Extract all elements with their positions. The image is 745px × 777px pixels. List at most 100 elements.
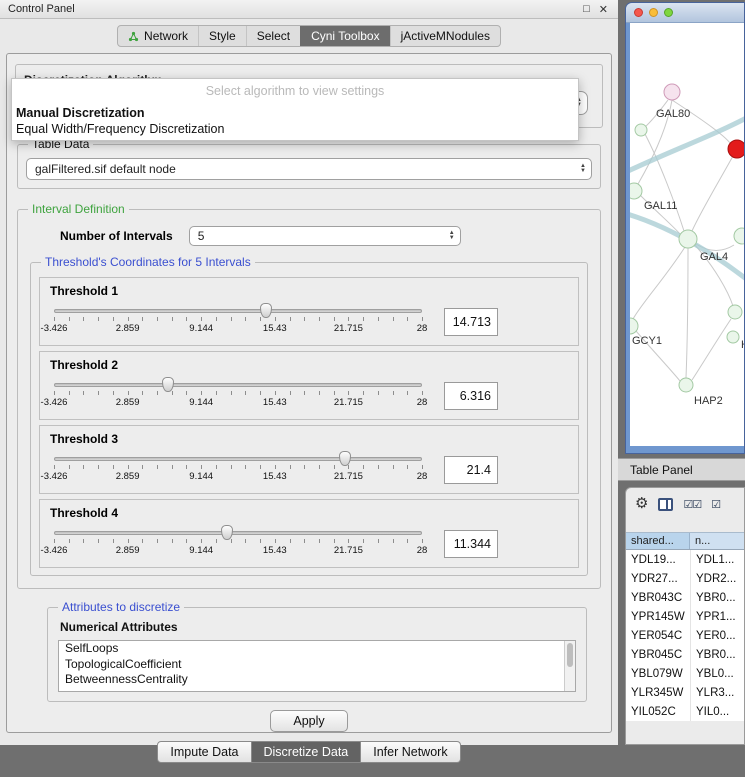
network-node[interactable] <box>635 124 647 136</box>
slider-track[interactable] <box>54 531 422 535</box>
apply-button[interactable]: Apply <box>270 710 347 732</box>
table-row[interactable]: YLR345WYLR3... <box>626 683 744 702</box>
tab-network[interactable]: Network <box>118 26 198 46</box>
algorithm-dropdown-list: Select algorithm to view settings Manual… <box>11 78 579 141</box>
slider-thumb[interactable] <box>221 525 233 540</box>
slider-scale: -3.4262.8599.14415.4321.71528 <box>54 397 422 409</box>
table-cell: YLR3... <box>690 683 744 702</box>
tab-discretize-data[interactable]: Discretize Data <box>252 741 362 763</box>
float-window-icon[interactable]: □ <box>583 3 590 16</box>
thresholds-group-label: Threshold's Coordinates for 5 Intervals <box>41 255 255 269</box>
slider-track[interactable] <box>54 383 422 387</box>
list-item-topologicalcoefficient[interactable]: TopologicalCoefficient <box>59 657 575 673</box>
columns-icon[interactable] <box>658 498 673 511</box>
select-all-icon[interactable]: ☑ <box>711 498 720 511</box>
network-edge[interactable] <box>633 247 685 319</box>
list-item-betweennesscentrality[interactable]: BetweennessCentrality <box>59 672 575 688</box>
table-row[interactable]: YBL079WYBL0... <box>626 664 744 683</box>
interval-definition-label: Interval Definition <box>28 202 129 216</box>
network-icon <box>128 31 139 42</box>
gear-icon[interactable]: ⚙ <box>635 497 648 511</box>
table-toolbar: ⚙ ☑☑ ☑ <box>626 488 744 516</box>
control-panel-titlebar: Control Panel □ ✕ <box>0 0 618 19</box>
network-canvas-svg: GAL80GAL11GAL4GCY1HAP2H <box>630 23 744 446</box>
network-node[interactable] <box>679 378 693 392</box>
network-node-label: HAP2 <box>694 395 723 407</box>
slider-scale: -3.4262.8599.14415.4321.71528 <box>54 471 422 483</box>
slider-thumb[interactable] <box>162 377 174 392</box>
threshold-3-slider[interactable]: -3.4262.8599.14415.4321.71528 <box>54 457 422 483</box>
network-node[interactable] <box>734 228 744 244</box>
zoom-traffic-light-icon[interactable] <box>664 8 673 17</box>
table-row[interactable]: YIL052CYIL0... <box>626 702 744 721</box>
network-node[interactable] <box>664 84 680 100</box>
tab-infer-network[interactable]: Infer Network <box>361 741 460 763</box>
tab-select[interactable]: Select <box>246 26 300 46</box>
slider-track[interactable] <box>54 457 422 461</box>
table-row[interactable]: YDL19...YDL1... <box>626 550 744 569</box>
threshold-1-slider[interactable]: -3.4262.8599.14415.4321.71528 <box>54 309 422 335</box>
network-node[interactable] <box>727 331 739 343</box>
table-cell: YBL0... <box>690 664 744 683</box>
threshold-2-slider[interactable]: -3.4262.8599.14415.4321.71528 <box>54 383 422 409</box>
table-panel-title: Table Panel <box>630 463 693 477</box>
top-tab-bar: Network Style Select Cyni Toolbox jActiv… <box>0 19 618 53</box>
network-node-label: GAL80 <box>656 108 690 120</box>
number-of-intervals-label: Number of Intervals <box>60 229 173 243</box>
network-edge[interactable] <box>686 248 688 378</box>
table-row[interactable]: YPR145WYPR1... <box>626 607 744 626</box>
network-edge[interactable] <box>692 319 731 380</box>
cyni-toolbox-panel: Discretization Algorithm ▲▼ Select algor… <box>6 53 612 733</box>
table-row[interactable]: YBR045CYBR0... <box>626 645 744 664</box>
tab-cyni-toolbox[interactable]: Cyni Toolbox <box>300 26 389 46</box>
bottom-tab-bar: Impute Data Discretize Data Infer Networ… <box>0 733 618 777</box>
table-row[interactable]: YBR043CYBR0... <box>626 588 744 607</box>
threshold-3-value-field[interactable]: 21.4 <box>444 456 498 484</box>
column-header-name[interactable]: n... <box>690 533 744 549</box>
network-edge[interactable] <box>630 115 744 173</box>
numerical-attributes-label: Numerical Attributes <box>60 620 576 634</box>
network-edge[interactable] <box>692 156 733 231</box>
slider-thumb[interactable] <box>260 303 272 318</box>
threshold-2-panel: Threshold 2 -3.4262.8599.14415.4321.7152… <box>39 351 579 420</box>
number-of-intervals-combobox[interactable]: 5 ▲▼ <box>189 226 461 246</box>
network-node-label: H <box>741 339 744 351</box>
tab-impute-data[interactable]: Impute Data <box>157 741 251 763</box>
network-node[interactable] <box>728 305 742 319</box>
table-cell: YDR2... <box>690 569 744 588</box>
threshold-3-label: Threshold 3 <box>50 432 568 446</box>
column-header-shared-name[interactable]: shared... <box>626 533 690 549</box>
tab-style[interactable]: Style <box>198 26 246 46</box>
list-scrollbar[interactable] <box>564 641 575 691</box>
threshold-2-value-field[interactable]: 6.316 <box>444 382 498 410</box>
list-item-selfloops[interactable]: SelfLoops <box>59 641 575 657</box>
slider-ticks <box>54 539 422 543</box>
dropdown-option-equal-width-frequency[interactable]: Equal Width/Frequency Discretization <box>12 121 578 137</box>
network-node[interactable] <box>728 140 744 158</box>
slider-ticks <box>54 391 422 395</box>
threshold-4-value-field[interactable]: 11.344 <box>444 530 498 558</box>
slider-thumb[interactable] <box>339 451 351 466</box>
network-window-titlebar[interactable] <box>626 3 744 23</box>
table-panel-titlebar[interactable]: Table Panel <box>618 458 745 481</box>
threshold-4-slider[interactable]: -3.4262.8599.14415.4321.71528 <box>54 531 422 557</box>
table-data-combobox[interactable]: galFiltered.sif default node ▲▼ <box>26 158 592 180</box>
dropdown-option-manual-discretization[interactable]: Manual Discretization <box>12 105 578 121</box>
select-columns-icon[interactable]: ☑☑ <box>683 498 701 511</box>
slider-track[interactable] <box>54 309 422 313</box>
slider-ticks <box>54 465 422 469</box>
close-icon[interactable]: ✕ <box>599 3 608 16</box>
close-traffic-light-icon[interactable] <box>634 8 643 17</box>
network-node[interactable] <box>679 230 697 248</box>
threshold-1-value-field[interactable]: 14.713 <box>444 308 498 336</box>
network-node[interactable] <box>630 183 642 199</box>
network-canvas[interactable]: GAL80GAL11GAL4GCY1HAP2H <box>630 23 744 446</box>
tab-jactivemnodules[interactable]: jActiveMNodules <box>390 26 500 46</box>
number-of-intervals-value: 5 <box>198 229 205 243</box>
combo-stepper-icon: ▲▼ <box>574 164 586 174</box>
table-row[interactable]: YER054CYER0... <box>626 626 744 645</box>
control-panel: Control Panel □ ✕ Network Style Select C… <box>0 0 618 745</box>
table-cell: YIL052C <box>626 702 690 721</box>
table-row[interactable]: YDR27...YDR2... <box>626 569 744 588</box>
minimize-traffic-light-icon[interactable] <box>649 8 658 17</box>
